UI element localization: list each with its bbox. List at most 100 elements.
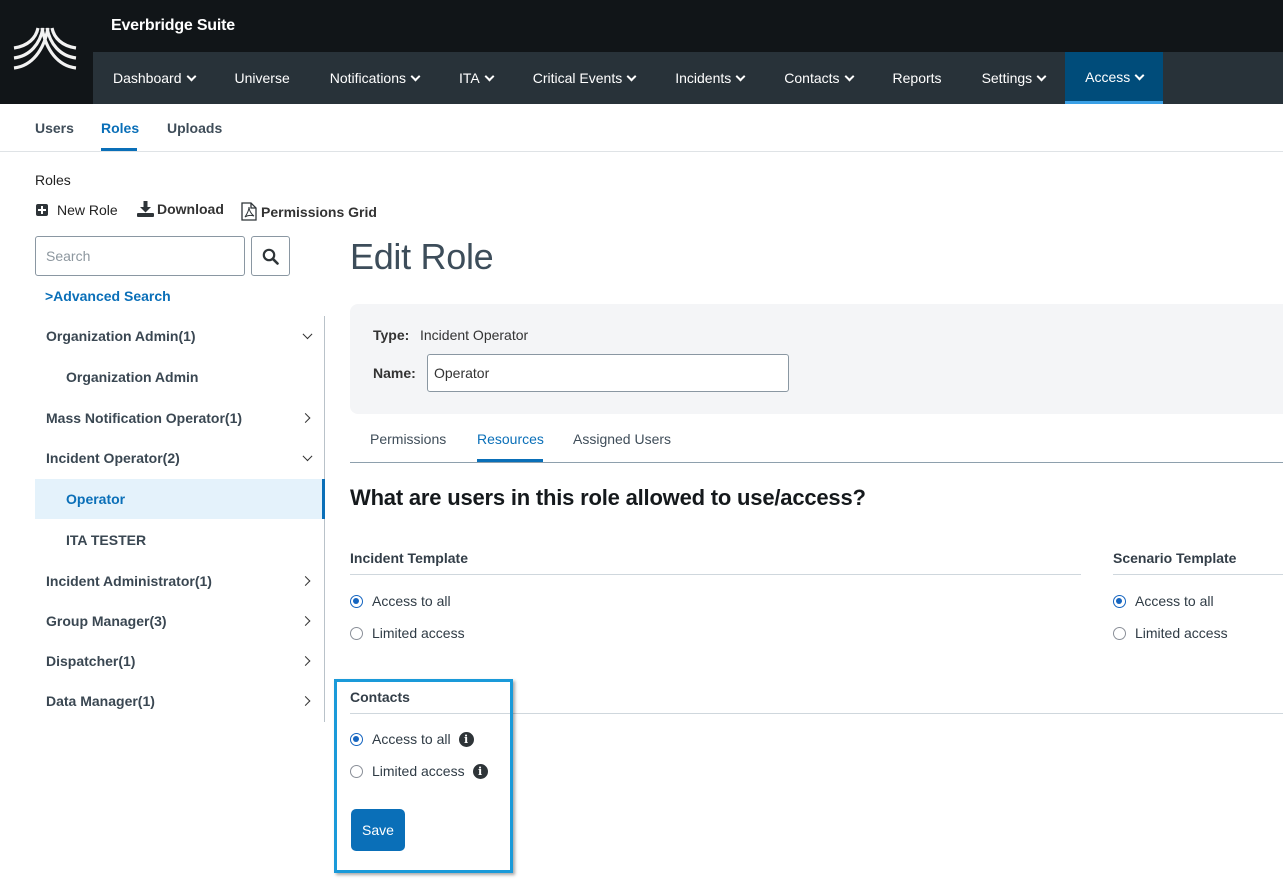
permissions-grid-button[interactable]: Permissions Grid: [241, 202, 377, 221]
radio-label: Access to all: [1135, 593, 1214, 609]
edit-role-tabs: Permissions Resources Assigned Users: [350, 414, 1283, 463]
chevron-right-icon[interactable]: [300, 616, 311, 626]
tree-role-ita-tester[interactable]: ITA TESTER: [35, 520, 325, 560]
nav-label: Reports: [892, 70, 942, 86]
access-subtabs: Users Roles Uploads: [0, 104, 1283, 152]
subtab-uploads[interactable]: Uploads: [167, 120, 222, 136]
download-icon: [137, 201, 154, 217]
nav-dashboard[interactable]: Dashboard: [93, 52, 215, 104]
radio-unchecked-icon[interactable]: [350, 626, 363, 640]
chevron-right-icon[interactable]: [300, 413, 311, 423]
nav-incidents[interactable]: Incidents: [655, 52, 764, 104]
chevron-down-icon: [1134, 70, 1145, 80]
tree-item-label: Data Manager(1): [46, 693, 155, 709]
tab-assigned-users[interactable]: Assigned Users: [573, 431, 671, 447]
download-label: Download: [157, 201, 224, 217]
chevron-down-icon[interactable]: [302, 451, 313, 462]
radio-checked-icon[interactable]: [350, 732, 363, 746]
search-button[interactable]: [251, 236, 290, 276]
contacts-title: Contacts: [350, 689, 410, 705]
nav-universe[interactable]: Universe: [215, 52, 310, 104]
nav-access[interactable]: Access: [1065, 52, 1164, 104]
nav-label: Universe: [234, 70, 290, 86]
pdf-file-icon: [241, 202, 257, 221]
tree-item-label: Operator: [66, 491, 126, 507]
nav-label: Dashboard: [113, 70, 182, 86]
new-role-button[interactable]: New Role: [36, 202, 118, 218]
chevron-right-icon[interactable]: [300, 656, 311, 666]
tree-role-organization-admin[interactable]: Organization Admin: [35, 357, 325, 397]
subtab-users[interactable]: Users: [35, 120, 74, 136]
main-nav: Dashboard Universe Notifications ITA Cri…: [93, 52, 1283, 104]
nav-settings[interactable]: Settings: [962, 52, 1066, 104]
nav-label: Access: [1085, 69, 1131, 85]
info-icon[interactable]: i: [458, 731, 474, 747]
divider: [350, 574, 1081, 575]
contacts-limited-access-radio[interactable]: Limited access i: [350, 763, 488, 779]
everbridge-logo-icon[interactable]: [10, 26, 80, 78]
advanced-search-link[interactable]: >Advanced Search: [45, 288, 171, 304]
scenario-template-access-all-radio[interactable]: Access to all: [1113, 593, 1214, 609]
chevron-down-icon: [410, 71, 421, 81]
incident-template-access-all-radio[interactable]: Access to all: [350, 593, 451, 609]
type-label: Type:: [373, 327, 410, 343]
role-name-input[interactable]: [427, 354, 789, 392]
tree-item-label: ITA TESTER: [66, 532, 147, 548]
nav-label: Settings: [981, 70, 1033, 86]
incident-template-limited-access-radio[interactable]: Limited access: [350, 625, 465, 641]
nav-ita[interactable]: ITA: [439, 52, 513, 104]
contacts-access-all-radio[interactable]: Access to all i: [350, 731, 474, 747]
scenario-template-limited-access-radio[interactable]: Limited access: [1113, 625, 1228, 641]
radio-unchecked-icon[interactable]: [350, 764, 363, 778]
radio-checked-icon[interactable]: [350, 594, 363, 608]
divider: [1113, 574, 1283, 575]
tree-group-incident-operator[interactable]: Incident Operator(2): [35, 438, 325, 478]
roles-heading: Roles: [35, 172, 71, 188]
active-tab-indicator: [477, 459, 543, 462]
resources-question: What are users in this role allowed to u…: [350, 485, 866, 510]
nav-label: Incidents: [675, 70, 732, 86]
chevron-down-icon[interactable]: [302, 329, 313, 340]
active-subtab-indicator: [101, 148, 137, 151]
chevron-right-icon[interactable]: [300, 696, 311, 706]
nav-contacts[interactable]: Contacts: [764, 52, 872, 104]
tree-item-label: Dispatcher(1): [46, 653, 136, 669]
tree-group-incident-administrator[interactable]: Incident Administrator(1): [35, 561, 325, 601]
radio-unchecked-icon[interactable]: [1113, 626, 1126, 640]
radio-label: Limited access: [1135, 625, 1228, 641]
tree-group-group-manager[interactable]: Group Manager(3): [35, 601, 325, 641]
radio-label: Access to all: [372, 593, 451, 609]
tree-role-operator[interactable]: Operator: [35, 479, 325, 519]
download-button[interactable]: Download: [137, 201, 224, 217]
plus-square-icon: [36, 204, 48, 216]
nav-reports[interactable]: Reports: [873, 52, 962, 104]
chevron-right-icon[interactable]: [300, 576, 311, 586]
app-title: Everbridge Suite: [111, 17, 235, 34]
radio-checked-icon[interactable]: [1113, 594, 1126, 608]
type-value: Incident Operator: [420, 327, 529, 343]
search-icon: [262, 248, 279, 265]
tab-permissions[interactable]: Permissions: [370, 431, 446, 447]
chevron-down-icon: [186, 71, 196, 81]
tree-group-data-manager[interactable]: Data Manager(1): [35, 681, 325, 721]
tree-item-label: Group Manager(3): [46, 613, 167, 629]
chevron-down-icon: [484, 71, 495, 81]
info-icon[interactable]: i: [472, 763, 488, 779]
save-button[interactable]: Save: [351, 809, 405, 851]
tree-group-organization-admin[interactable]: Organization Admin(1): [35, 316, 325, 356]
nav-notifications[interactable]: Notifications: [310, 52, 439, 104]
nav-label: Contacts: [784, 70, 840, 86]
subtab-roles[interactable]: Roles: [101, 120, 139, 136]
tree-item-label: Organization Admin: [66, 369, 199, 385]
role-search-input[interactable]: [35, 236, 245, 276]
tree-group-mass-notification-operator[interactable]: Mass Notification Operator(1): [35, 398, 325, 438]
tab-resources[interactable]: Resources: [477, 431, 544, 447]
nav-label: Critical Events: [532, 70, 623, 86]
page-title: Edit Role: [350, 236, 494, 277]
divider: [350, 713, 1283, 714]
roles-tree: Organization Admin(1) Organization Admin…: [35, 316, 325, 722]
tree-group-dispatcher[interactable]: Dispatcher(1): [35, 641, 325, 681]
scenario-template-title: Scenario Template: [1113, 550, 1237, 566]
radio-label: Access to all: [372, 731, 451, 747]
nav-critical-events[interactable]: Critical Events: [513, 52, 655, 104]
